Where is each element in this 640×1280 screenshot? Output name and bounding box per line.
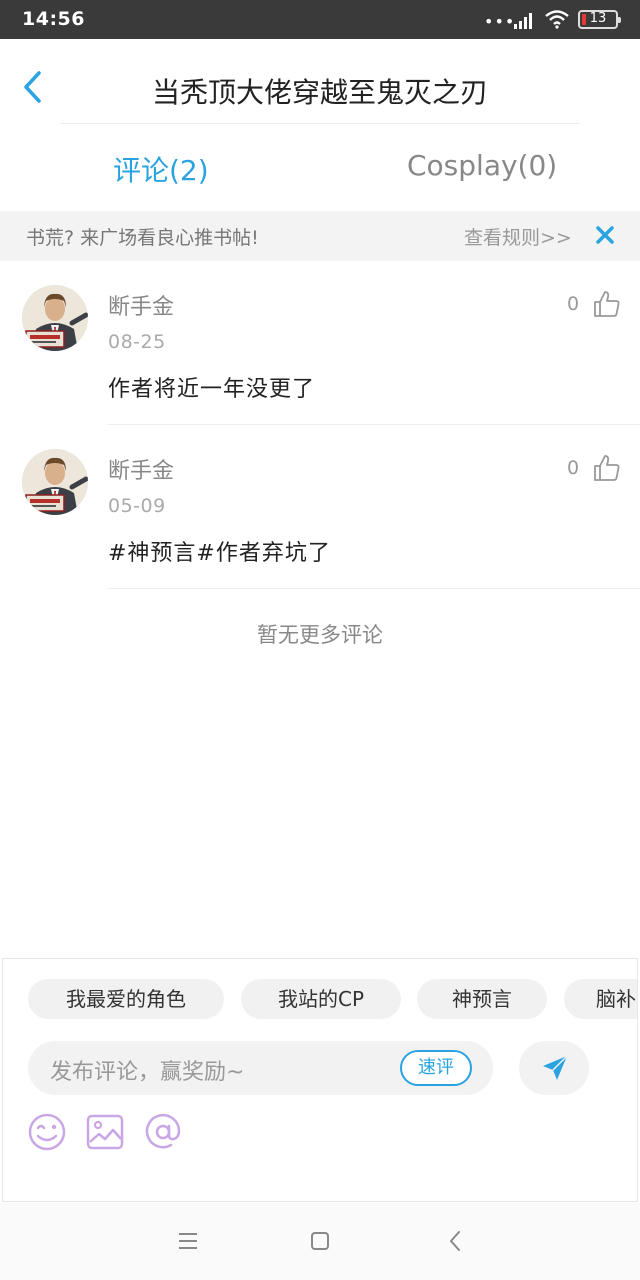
comment-divider — [108, 588, 640, 589]
cell-signal-icon — [514, 13, 532, 29]
wifi-icon — [545, 10, 569, 29]
tab-comments[interactable]: 评论(2) — [113, 149, 209, 189]
notice-banner: 书荒? 来广场看良心推书帖! 查看规则>> — [0, 211, 640, 261]
comment-item: 断手金 08-25 作者将近一年没更了 0 — [0, 263, 640, 425]
no-more-comments: 暂无更多评论 — [257, 623, 383, 647]
battery-icon: 13 — [578, 10, 621, 29]
comment-item: 断手金 05-09 #神预言#作者弃坑了 0 — [0, 427, 640, 589]
quick-review-button[interactable]: 速评 — [400, 1050, 472, 1086]
like-count: 0 — [567, 457, 580, 479]
tag-favorite-character[interactable]: 我最爱的角色 — [28, 979, 224, 1019]
menu-icon[interactable] — [176, 1229, 200, 1253]
chevron-left-icon[interactable] — [18, 69, 48, 105]
battery-level: 13 — [589, 11, 607, 26]
back-arrow-icon[interactable] — [444, 1229, 468, 1253]
comment-divider — [108, 424, 640, 425]
status-bar: 14:56 ••• 13 — [0, 0, 640, 39]
comment-username[interactable]: 断手金 — [108, 453, 174, 485]
comment-input[interactable]: 发布评论，赢奖励~ 速评 — [28, 1041, 493, 1095]
tab-bar: 评论(2) Cosplay(0) — [0, 125, 640, 211]
header-divider — [60, 123, 580, 124]
avatar-image — [22, 285, 88, 351]
like-count: 0 — [567, 293, 580, 315]
comment-composer: 我最爱的角色 我站的CP 神预言 脑补 发布评论，赢奖励~ 速评 — [2, 958, 638, 1202]
send-button[interactable] — [519, 1041, 589, 1095]
close-icon[interactable] — [594, 222, 616, 248]
comment-username[interactable]: 断手金 — [108, 289, 174, 321]
send-icon — [543, 1055, 568, 1080]
comment-date: 08-25 — [108, 331, 166, 353]
avatar[interactable] — [22, 449, 88, 515]
notice-text[interactable]: 书荒? 来广场看良心推书帖! — [26, 223, 259, 250]
thumbs-up-icon[interactable] — [592, 289, 622, 319]
tab-cosplay[interactable]: Cosplay(0) — [407, 149, 557, 182]
system-nav-bar — [0, 1203, 640, 1280]
mention-icon[interactable] — [143, 1112, 183, 1152]
image-icon[interactable] — [85, 1112, 125, 1152]
nav-header: 当秃顶大佬穿越至鬼灭之刃 — [0, 39, 640, 125]
thumbs-up-icon[interactable] — [592, 453, 622, 483]
view-rules-link[interactable]: 查看规则>> — [464, 223, 572, 250]
comment-text: 作者将近一年没更了 — [108, 377, 316, 402]
home-square-icon[interactable] — [308, 1229, 332, 1253]
page-title: 当秃顶大佬穿越至鬼灭之刃 — [151, 76, 488, 109]
battery-tip — [618, 17, 621, 23]
emoji-icon[interactable] — [27, 1112, 67, 1152]
tag-headcanon[interactable]: 脑补 — [564, 979, 637, 1019]
comment-text: #神预言#作者弃坑了 — [108, 541, 331, 566]
comment-date: 05-09 — [108, 495, 166, 517]
status-time: 14:56 — [22, 8, 85, 30]
avatar-image — [22, 449, 88, 515]
comment-input-placeholder: 发布评论，赢奖励~ — [50, 1060, 245, 1085]
avatar[interactable] — [22, 285, 88, 351]
tag-prophecy[interactable]: 神预言 — [417, 979, 547, 1019]
status-dots: ••• — [484, 12, 516, 31]
tag-my-cp[interactable]: 我站的CP — [241, 979, 401, 1019]
